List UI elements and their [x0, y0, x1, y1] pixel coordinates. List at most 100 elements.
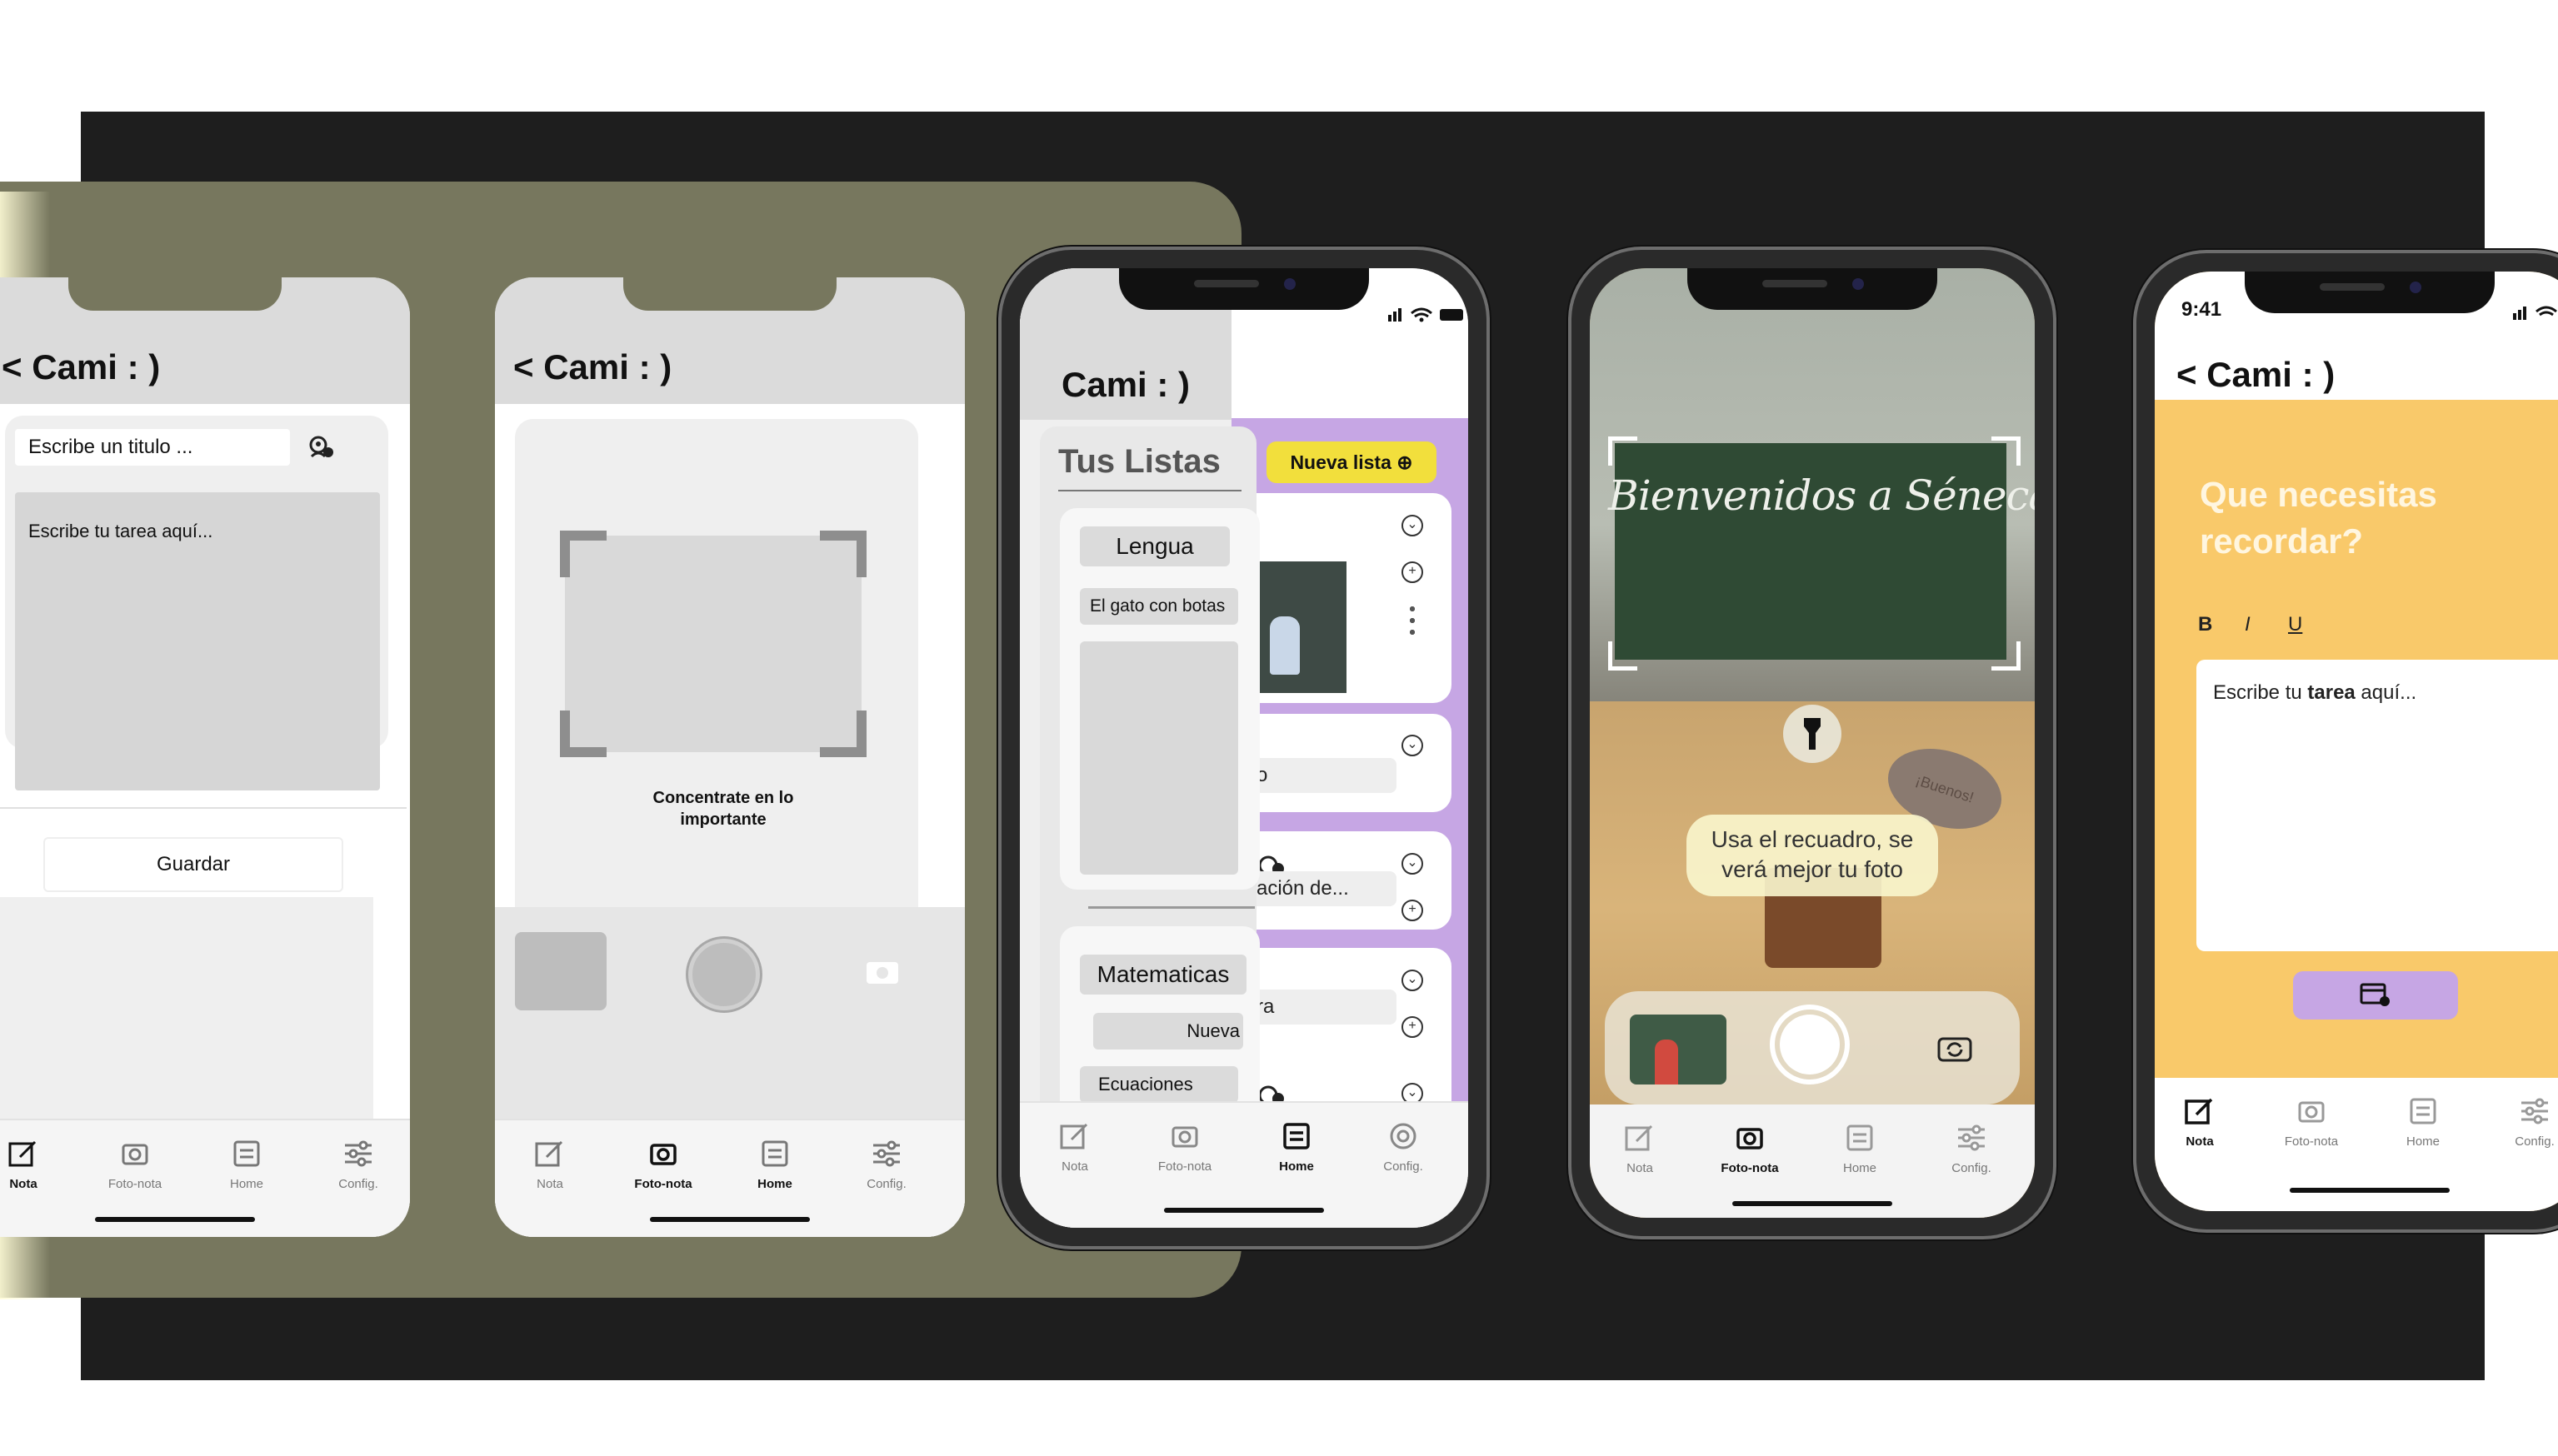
chevron-down-icon[interactable]: ⌄	[1401, 735, 1423, 756]
divider	[1088, 906, 1255, 909]
chevron-down-icon[interactable]: ⌄	[1401, 515, 1423, 536]
gallery-thumbnail[interactable]	[515, 932, 607, 1010]
tab-foto-nota[interactable]: Foto-nota	[85, 1137, 185, 1191]
divider	[0, 807, 407, 809]
underline-button[interactable]: U	[2288, 613, 2302, 636]
chalkboard-text: Bienvenidos a Séneca	[1608, 471, 2035, 520]
teacher-figure	[1655, 1040, 1678, 1085]
flashlight-icon	[1804, 718, 1821, 750]
chevron-down-icon[interactable]: ⌄	[1401, 853, 1423, 875]
home-indicator	[95, 1217, 255, 1222]
back-chevron-icon[interactable]: <	[2, 347, 22, 386]
plus-circle-icon[interactable]: +	[1401, 1016, 1423, 1038]
tab-bar: Nota Foto-nota Home Config.	[1590, 1104, 2035, 1218]
tab-config[interactable]: Config.	[1353, 1119, 1453, 1174]
home-list-icon	[1846, 1124, 1873, 1151]
settings-sliders-icon	[2521, 1098, 2548, 1124]
list-item-ecuaciones[interactable]: Ecuaciones	[1080, 1066, 1238, 1103]
save-button[interactable]: Guardar	[43, 837, 343, 892]
settings-sliders-icon	[873, 1140, 900, 1167]
plus-circle-icon[interactable]: +	[1401, 561, 1423, 583]
note-screen: 9:41 < Cami : ) Que necesitas recordar? …	[2155, 272, 2558, 1211]
camera-controls	[495, 907, 965, 1124]
page-title: < Cami : )	[513, 347, 672, 386]
tab-config[interactable]: Config.	[308, 1137, 408, 1191]
tab-foto-nota[interactable]: Foto-nota	[1135, 1119, 1235, 1174]
task-placeholder: Escribe tu tarea aquí...	[2213, 681, 2417, 704]
list-item-row[interactable]: o	[1245, 758, 1396, 793]
tab-label: Home	[229, 1177, 263, 1191]
task-textarea[interactable]: Escribe tu tarea aquí...	[15, 492, 380, 790]
list-name-matematicas[interactable]: Matematicas	[1080, 955, 1247, 995]
home-indicator	[1164, 1208, 1324, 1213]
tab-home[interactable]: Home	[197, 1137, 297, 1191]
add-collaborator-icon[interactable]	[307, 436, 335, 461]
tab-label: Foto-nota	[1721, 1161, 1779, 1175]
wireframe-camera-screen: < Cami : ) Concentrate en lo importante …	[495, 277, 965, 1237]
home-indicator	[2290, 1188, 2450, 1193]
home-list-icon	[1283, 1123, 1310, 1149]
shutter-button[interactable]	[1770, 1005, 1850, 1085]
tab-label: Foto-nota	[1157, 1159, 1212, 1174]
shutter-inner	[1780, 1015, 1840, 1075]
tab-home[interactable]: Home	[725, 1137, 825, 1191]
tab-home[interactable]: Home	[2373, 1094, 2473, 1149]
camera-hint-bubble: Usa el recuadro, se verá mejor tu foto	[1686, 815, 1938, 896]
tab-label: Nota	[537, 1177, 563, 1191]
back-chevron-icon[interactable]: <	[2176, 355, 2197, 394]
home-screen: Cami : ) Nueva lista ⊕ ⌄ + o ⌄ ación de.…	[1020, 268, 1468, 1228]
gallery-thumbnail[interactable]	[1630, 1015, 1726, 1085]
task-textarea[interactable]: Escribe tu tarea aquí...	[2196, 660, 2558, 951]
tab-config[interactable]: Config.	[837, 1137, 937, 1191]
title-input[interactable]: Escribe un titulo ...	[15, 429, 290, 466]
tab-nota[interactable]: Nota	[500, 1137, 600, 1191]
tab-nota[interactable]: Nota	[1590, 1121, 1690, 1175]
list-item-gato[interactable]: El gato con botas	[1080, 588, 1238, 625]
plus-circle-icon[interactable]: +	[1401, 900, 1423, 921]
tab-foto-nota[interactable]: Foto-nota	[2261, 1094, 2361, 1149]
more-vertical-icon[interactable]	[1410, 603, 1415, 636]
save-note-button[interactable]	[2293, 971, 2458, 1020]
camera-screen: ¡Buenos! Bienvenidos a Séneca Usa el rec…	[1590, 268, 2035, 1218]
frame-corner	[1608, 436, 1637, 466]
tab-home[interactable]: Home	[1247, 1119, 1346, 1174]
list-item-row[interactable]: ación de...	[1245, 871, 1396, 906]
tab-nota[interactable]: Nota	[2155, 1094, 2250, 1149]
flashlight-button[interactable]	[1783, 705, 1841, 763]
bold-button[interactable]: B	[2198, 613, 2212, 636]
new-list-button[interactable]: Nueva lista ⊕	[1267, 441, 1436, 483]
tab-config[interactable]: Config.	[2485, 1094, 2558, 1149]
tab-label: Nota	[2186, 1134, 2214, 1149]
list-item-row[interactable]: ra	[1245, 990, 1396, 1025]
home-indicator	[650, 1217, 810, 1222]
camera-icon	[1736, 1128, 1763, 1149]
chevron-down-icon[interactable]: ⌄	[1401, 970, 1423, 991]
note-body: Escribe un titulo ... Escribe tu tarea a…	[0, 404, 410, 1237]
empty-area	[0, 897, 373, 1122]
list-name-lengua[interactable]: Lengua	[1080, 526, 1230, 566]
tab-home[interactable]: Home	[1810, 1121, 1910, 1175]
home-indicator	[1732, 1201, 1892, 1206]
switch-camera-icon[interactable]	[865, 957, 900, 985]
page-title: < Cami : )	[2, 347, 161, 386]
italic-button[interactable]: I	[2245, 613, 2251, 636]
new-item-row[interactable]: Nueva	[1093, 1013, 1243, 1050]
camera-icon	[650, 1144, 677, 1165]
camera-icon	[2298, 1101, 2325, 1123]
tab-label: Config.	[2515, 1134, 2555, 1149]
notch	[623, 277, 837, 311]
status-icons	[1388, 307, 1463, 322]
tab-config[interactable]: Config.	[1921, 1121, 2021, 1175]
shutter-button[interactable]	[688, 939, 760, 1010]
frame-corner	[820, 531, 867, 577]
tab-foto-nota[interactable]: Foto-nota	[613, 1137, 713, 1191]
edit-icon	[1060, 1123, 1088, 1149]
switch-camera-icon[interactable]	[1936, 1033, 1973, 1063]
back-chevron-icon[interactable]: <	[513, 347, 534, 386]
tab-foto-nota[interactable]: Foto-nota	[1700, 1121, 1800, 1175]
tab-nota[interactable]: Nota	[0, 1137, 73, 1191]
frame-corner	[1991, 641, 2021, 671]
frame-corner	[560, 531, 607, 577]
home-list-icon	[233, 1140, 260, 1167]
tab-nota[interactable]: Nota	[1025, 1119, 1125, 1174]
